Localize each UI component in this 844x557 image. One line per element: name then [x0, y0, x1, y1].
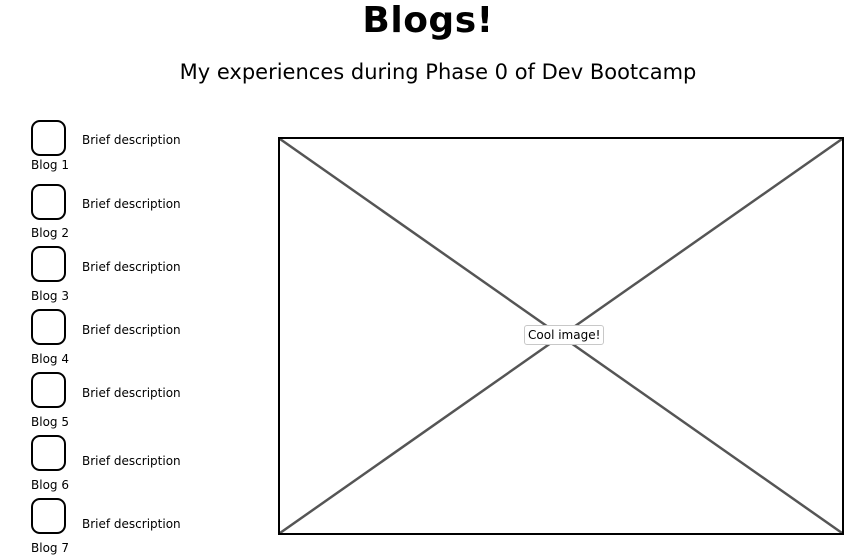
blog-description: Brief description	[82, 323, 181, 337]
blog-label[interactable]: Blog 3	[31, 289, 69, 303]
blog-item-7[interactable]: Blog 7 Brief description	[28, 498, 228, 556]
blog-item-5[interactable]: Blog 5 Brief description	[28, 372, 228, 430]
blog-item-1[interactable]: Blog 1 Brief description	[28, 120, 228, 178]
blog-item-3[interactable]: Blog 3 Brief description	[28, 246, 228, 304]
blog-label[interactable]: Blog 1	[31, 158, 69, 172]
page-subtitle: My experiences during Phase 0 of Dev Boo…	[179, 60, 697, 84]
blog-description: Brief description	[82, 454, 181, 468]
blog-label[interactable]: Blog 6	[31, 478, 69, 492]
blog-description: Brief description	[82, 260, 181, 274]
blog-thumbnail[interactable]	[31, 184, 66, 220]
image-caption: Cool image!	[524, 325, 605, 345]
blog-label[interactable]: Blog 4	[31, 352, 69, 366]
blog-label[interactable]: Blog 7	[31, 541, 69, 555]
blog-thumbnail[interactable]	[31, 246, 66, 282]
blog-thumbnail[interactable]	[31, 372, 66, 408]
blog-thumbnail[interactable]	[31, 309, 66, 345]
blog-item-6[interactable]: Blog 6 Brief description	[28, 435, 228, 493]
blog-description: Brief description	[82, 517, 181, 531]
page-title: Blogs!	[362, 0, 494, 41]
blog-item-4[interactable]: Blog 4 Brief description	[28, 309, 228, 367]
blog-description: Brief description	[82, 386, 181, 400]
blog-description: Brief description	[82, 197, 181, 211]
blog-thumbnail[interactable]	[31, 498, 66, 534]
blog-label[interactable]: Blog 5	[31, 415, 69, 429]
blog-item-2[interactable]: Blog 2 Brief description	[28, 184, 228, 242]
blog-thumbnail[interactable]	[31, 120, 66, 156]
blog-thumbnail[interactable]	[31, 435, 66, 471]
blog-label[interactable]: Blog 2	[31, 226, 69, 240]
blog-description: Brief description	[82, 133, 181, 147]
